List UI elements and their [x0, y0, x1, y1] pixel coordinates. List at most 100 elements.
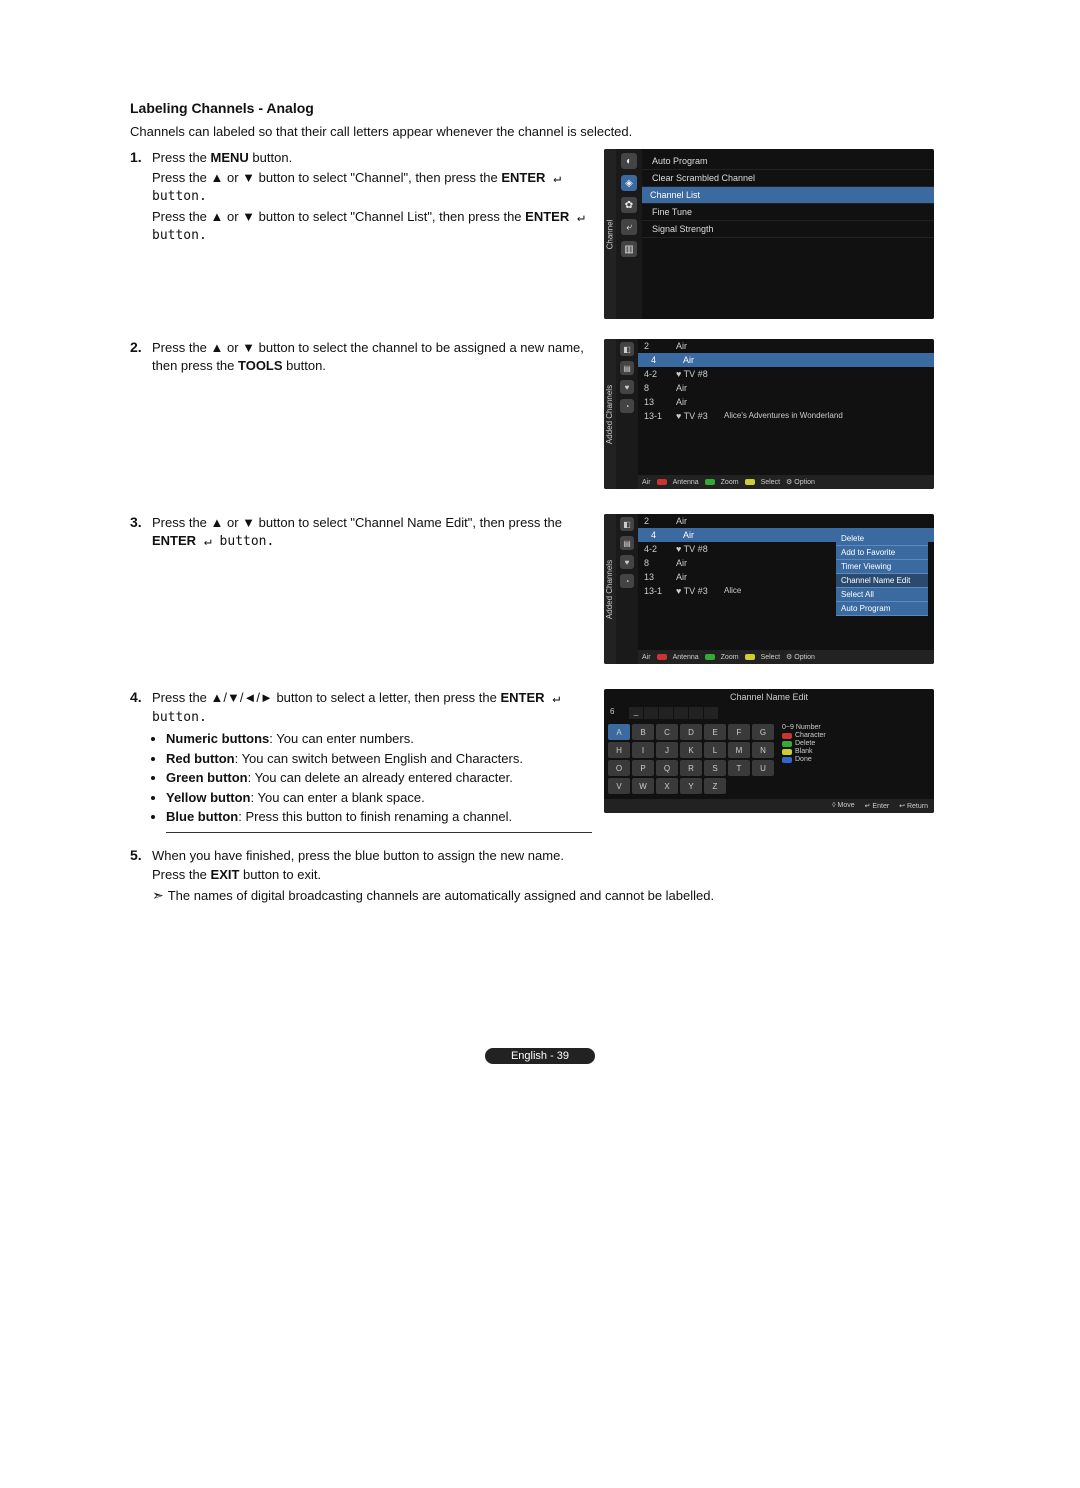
step2-line1: Press the ▲ or ▼ button to select the ch…: [152, 339, 592, 374]
page-footer: English - 39: [130, 1047, 950, 1064]
step-number: 5.: [130, 847, 152, 863]
key: F: [728, 724, 750, 740]
input-icon: ⤶: [621, 219, 637, 235]
popup-item: Add to Favorite: [836, 546, 928, 560]
step-number: 2.: [130, 339, 152, 355]
channel-icon: ◈: [621, 175, 637, 191]
screenshot-added-channels: Added Channels ◧ ▤ ♥ ◔ 2Air4Air4-2♥ TV #…: [604, 339, 934, 489]
application-icon: ▥: [621, 241, 637, 257]
key: R: [680, 760, 702, 776]
step1-line1: Press the MENU button.: [152, 149, 592, 167]
yellow-pill-icon: [782, 749, 792, 755]
step3-line1: Press the ▲ or ▼ button to select "Chann…: [152, 514, 592, 550]
step4-line1: Press the ▲/▼/◄/► button to select a let…: [152, 689, 592, 726]
key: S: [704, 760, 726, 776]
channel-row: 4-2♥ TV #8: [638, 367, 934, 381]
key: A: [608, 724, 630, 740]
key: D: [680, 724, 702, 740]
popup-item: Channel Name Edit: [836, 574, 928, 588]
step1-line3: Press the ▲ or ▼ button to select "Chann…: [152, 208, 592, 245]
menu-item: Clear Scrambled Channel: [642, 170, 934, 187]
key: U: [752, 760, 774, 776]
key: B: [632, 724, 654, 740]
screenshot-name-edit: Channel Name Edit 6 _ ABCDEFGHIJKLMNOPQR…: [604, 689, 934, 813]
key: X: [656, 778, 678, 794]
step5-note: ➣The names of digital broadcasting chann…: [152, 886, 944, 905]
edit-row: 6 _: [604, 705, 934, 721]
screenshot-footer: Air Antenna Zoom Select ⚙ Option: [638, 650, 934, 664]
key: K: [680, 742, 702, 758]
popup-item: Select All: [836, 588, 928, 602]
popup-item: Auto Program: [836, 602, 928, 616]
key: Z: [704, 778, 726, 794]
picture-icon: ◐: [621, 153, 637, 169]
key: H: [608, 742, 630, 758]
key: M: [728, 742, 750, 758]
menu-item: Channel List: [642, 187, 934, 204]
added-icon: ▤: [620, 536, 634, 550]
favorite-icon: ♥: [620, 555, 634, 569]
menu-item: Auto Program: [642, 153, 934, 170]
step5-line2: Press the EXIT button to exit.: [152, 866, 944, 884]
step-number: 4.: [130, 689, 152, 705]
added-icon: ▤: [620, 361, 634, 375]
menu-item: Fine Tune: [642, 204, 934, 221]
all-icon: ◧: [620, 517, 634, 531]
key: O: [608, 760, 630, 776]
keyboard-legend: 0~9 Number Character Delete Blank Done: [778, 721, 830, 799]
side-label: Channel: [606, 219, 615, 249]
step-number: 3.: [130, 514, 152, 530]
key: J: [656, 742, 678, 758]
key: V: [608, 778, 630, 794]
step1-line2: Press the ▲ or ▼ button to select "Chann…: [152, 169, 592, 206]
screenshot-channel-menu: Channel ◐ ◈ ✿ ⤶ ▥ Auto ProgramClear Scra…: [604, 149, 934, 319]
key: C: [656, 724, 678, 740]
key: Y: [680, 778, 702, 794]
side-label: Added Channels: [606, 559, 615, 618]
note-icon: ➣: [152, 887, 164, 903]
menu-item: Signal Strength: [642, 221, 934, 238]
green-pill-icon: [705, 479, 715, 485]
channel-row: 2Air: [638, 339, 934, 353]
channel-row: 2Air: [638, 514, 934, 528]
screenshot-footer: Air Antenna Zoom Select ⚙ Option: [638, 475, 934, 489]
key: I: [632, 742, 654, 758]
green-pill-icon: [782, 741, 792, 747]
yellow-pill-icon: [745, 479, 755, 485]
key: G: [752, 724, 774, 740]
blue-pill-icon: [782, 757, 792, 763]
step4-bullets: Numeric buttons: You can enter numbers. …: [166, 730, 592, 833]
yellow-pill-icon: [745, 654, 755, 660]
side-label: Added Channels: [606, 384, 615, 443]
step5-line1: When you have finished, press the blue b…: [152, 847, 944, 865]
intro-text: Channels can labeled so that their call …: [130, 124, 950, 139]
key: T: [728, 760, 750, 776]
programmed-icon: ◔: [620, 399, 634, 413]
favorite-icon: ♥: [620, 380, 634, 394]
channel-row: 13Air: [638, 395, 934, 409]
channel-row: 4Air: [638, 353, 934, 367]
edit-footer: ◊ Move ↵ Enter ↩ Return: [604, 799, 934, 813]
channel-row: 13-1♥ TV #3Alice's Adventures in Wonderl…: [638, 409, 934, 423]
edit-title: Channel Name Edit: [604, 689, 934, 705]
red-pill-icon: [657, 479, 667, 485]
green-pill-icon: [705, 654, 715, 660]
channel-row: 8Air: [638, 381, 934, 395]
key: W: [632, 778, 654, 794]
screenshot-context-menu: Added Channels ◧ ▤ ♥ ◔ 2Air4Air4-2♥ TV #…: [604, 514, 934, 664]
keyboard: ABCDEFGHIJKLMNOPQRSTUVWXYZ: [604, 721, 778, 799]
key: Q: [656, 760, 678, 776]
key: P: [632, 760, 654, 776]
step-number: 1.: [130, 149, 152, 165]
popup-item: Delete: [836, 532, 928, 546]
programmed-icon: ◔: [620, 574, 634, 588]
all-icon: ◧: [620, 342, 634, 356]
red-pill-icon: [657, 654, 667, 660]
tools-popup: DeleteAdd to FavoriteTimer ViewingChanne…: [836, 532, 928, 616]
setup-icon: ✿: [621, 197, 637, 213]
popup-item: Timer Viewing: [836, 560, 928, 574]
key: N: [752, 742, 774, 758]
red-pill-icon: [782, 733, 792, 739]
section-title: Labeling Channels - Analog: [130, 100, 950, 116]
key: L: [704, 742, 726, 758]
